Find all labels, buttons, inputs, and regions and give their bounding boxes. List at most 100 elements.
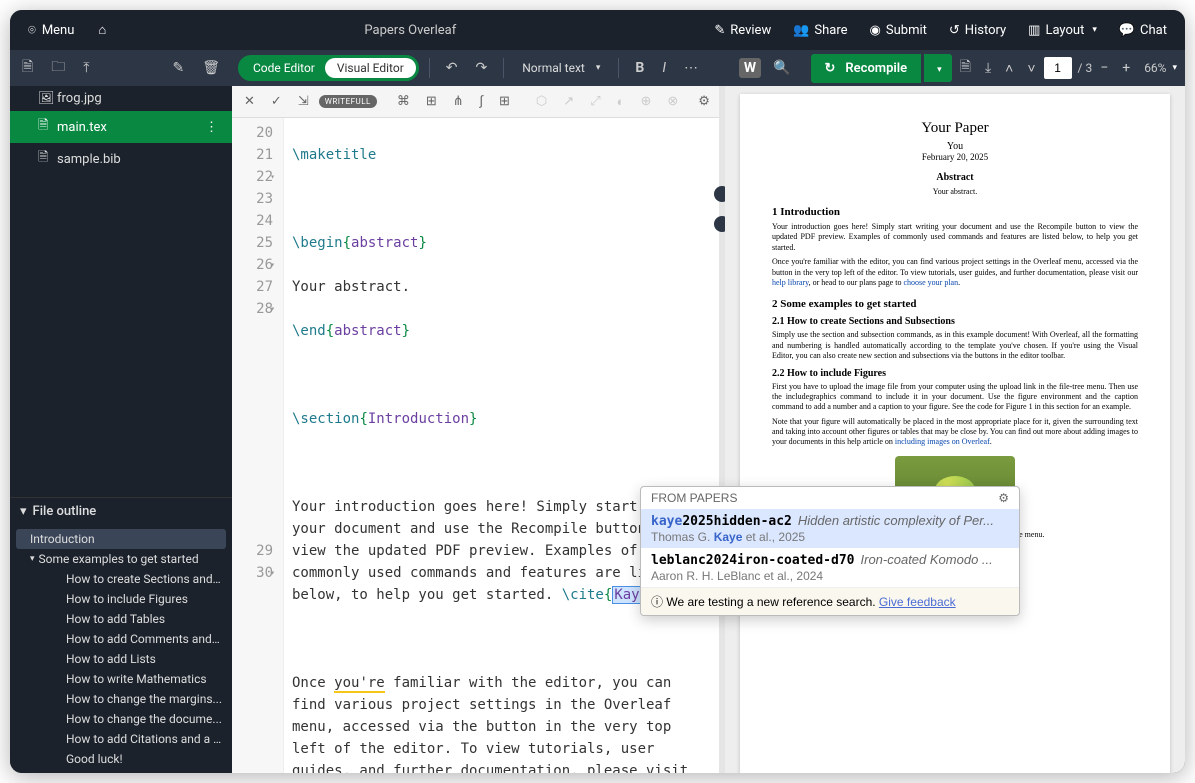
pdf-preview[interactable]: Your Paper You February 20, 2025 Abstrac…: [725, 86, 1185, 773]
file-menu-button[interactable]: ⋮: [201, 120, 222, 135]
info-icon: ⓘ: [651, 595, 663, 609]
outline-item[interactable]: How to change the docume...: [10, 709, 232, 729]
tool-icon[interactable]: ⊕: [634, 91, 657, 112]
layout-button[interactable]: ▥Layout▾: [1018, 17, 1107, 44]
outline-item[interactable]: How to add Citations and a ...: [10, 729, 232, 749]
outline-item[interactable]: Good luck!: [10, 749, 232, 769]
visual-editor-tab[interactable]: Visual Editor: [325, 58, 416, 78]
tool-icon[interactable]: ⬡: [530, 91, 553, 112]
autocomplete-item[interactable]: leblanc2024iron-coated-d70Iron-coated Ko…: [641, 548, 1019, 587]
file-tree-item[interactable]: 🗎main.tex⋮: [10, 111, 232, 143]
file-outline-toggle[interactable]: ▾ File outline: [10, 497, 232, 525]
autocomplete-footer: ⓘ We are testing a new reference search.…: [641, 587, 1019, 615]
chevron-down-icon: ▾: [30, 554, 35, 564]
download-button[interactable]: ⤓: [979, 56, 997, 80]
autocomplete-item[interactable]: kaye2025hidden-ac2Hidden artistic comple…: [641, 509, 1019, 548]
top-menubar: ⌾ Menu ⌂ Papers Overleaf ✎Review 👥Share …: [10, 10, 1185, 50]
editor-toolbar-row: 🗎 🗀 ⤒ ✎ 🗑 Code Editor Visual Editor ↶ ↷ …: [10, 50, 1185, 86]
file-tree: 🖼frog.jpg 🗎main.tex⋮ 🗎sample.bib: [10, 86, 232, 175]
zoom-level: 66%: [1144, 61, 1166, 75]
new-folder-button[interactable]: 🗀: [45, 52, 71, 84]
file-tree-item[interactable]: 🖼frog.jpg: [10, 86, 232, 111]
history-icon: ↺: [949, 23, 960, 38]
gear-icon[interactable]: ⚙: [998, 491, 1009, 505]
undo-button[interactable]: ↶: [440, 56, 464, 80]
code-toolbar: ✕ ✓ ⇲ WRITEFULL ⌘ ⊞ ⋔ ∫ ⊞ ⬡ ↗ ⤢ ◐ ⊕ ⊗ ⚙: [232, 86, 719, 118]
pdf-title: Your Paper: [772, 120, 1138, 137]
recompile-button[interactable]: ↻ Recompile: [811, 54, 922, 83]
pdf-date: February 20, 2025: [772, 152, 1138, 162]
delete-button[interactable]: 🗑: [196, 56, 226, 80]
upload-button[interactable]: ⤒: [77, 56, 95, 80]
insert-cite-icon[interactable]: ⊞: [420, 91, 443, 112]
chevron-down-icon: ▾: [20, 504, 27, 519]
chevron-down-icon[interactable]: ▾: [1172, 63, 1177, 73]
menu-button[interactable]: ⌾ Menu: [18, 17, 84, 44]
file-outline: Introduction ▾Some examples to get start…: [10, 525, 232, 773]
accept-button[interactable]: ✓: [265, 91, 288, 112]
outline-item[interactable]: How to create Sections and ...: [10, 569, 232, 589]
sidebar: 🖼frog.jpg 🗎main.tex⋮ 🗎sample.bib ▾ File …: [10, 86, 232, 773]
prev-page-button[interactable]: ˄: [999, 56, 1019, 81]
settings-icon[interactable]: ⚙: [692, 91, 716, 112]
more-format-button[interactable]: ⋯: [678, 56, 704, 80]
text-style-dropdown[interactable]: Normal text ▾: [514, 57, 608, 79]
outline-item[interactable]: How to change the margins...: [10, 689, 232, 709]
overleaf-icon: ⌾: [28, 23, 36, 38]
writefull-button[interactable]: W: [739, 58, 761, 78]
rename-button[interactable]: ✎: [166, 56, 190, 80]
zoom-out-button[interactable]: −: [1094, 56, 1114, 80]
pdf-page: Your Paper You February 20, 2025 Abstrac…: [740, 94, 1170, 773]
chat-button[interactable]: 💬Chat: [1109, 17, 1177, 44]
outline-item[interactable]: Introduction: [16, 529, 226, 549]
submit-button[interactable]: ◉Submit: [860, 17, 937, 44]
chevron-down-icon: ▾: [937, 65, 942, 75]
bold-button[interactable]: B: [629, 56, 650, 80]
editor-mode-toggle[interactable]: Code Editor Visual Editor: [238, 55, 419, 81]
tool-icon[interactable]: ◐: [611, 91, 631, 113]
outline-item[interactable]: How to add Comments and ...: [10, 629, 232, 649]
recompile-icon: ↻: [825, 61, 836, 76]
redo-button[interactable]: ↷: [470, 56, 494, 80]
insert-link-icon[interactable]: ⌘: [391, 91, 416, 112]
close-search-button[interactable]: ✕: [238, 91, 261, 112]
writefull-badge[interactable]: WRITEFULL: [319, 95, 377, 108]
page-number-input[interactable]: [1044, 57, 1072, 79]
insert-math-icon[interactable]: ∫: [474, 91, 489, 112]
outline-item[interactable]: How to include Figures: [10, 589, 232, 609]
outline-item[interactable]: How to add Tables: [10, 609, 232, 629]
logs-button[interactable]: 🗎: [954, 52, 977, 84]
outline-item[interactable]: How to add Lists: [10, 649, 232, 669]
tool-icon[interactable]: ⊗: [661, 91, 684, 112]
outline-item[interactable]: How to write Mathematics: [10, 669, 232, 689]
zoom-in-button[interactable]: +: [1116, 56, 1136, 80]
file-tree-item[interactable]: 🗎sample.bib: [10, 143, 232, 175]
recompile-options-button[interactable]: ▾: [924, 54, 952, 82]
project-title: Papers Overleaf: [120, 23, 700, 38]
home-icon: ⌂: [98, 23, 106, 38]
code-content[interactable]: \maketitle \begin{abstract} Your abstrac…: [284, 118, 719, 773]
tool-icon[interactable]: ⤢: [584, 91, 606, 112]
share-button[interactable]: 👥Share: [783, 17, 857, 44]
code-editor[interactable]: 202122232425262728293031323334 \maketitl…: [232, 118, 719, 773]
new-file-button[interactable]: 🗎: [16, 52, 39, 84]
tool-icon[interactable]: ↗: [557, 91, 580, 112]
expand-button[interactable]: ⇲: [292, 91, 315, 112]
insert-table-icon[interactable]: ⊞: [493, 91, 516, 112]
image-icon: 🖼: [38, 91, 50, 106]
insert-ref-icon[interactable]: ⋔: [447, 91, 470, 112]
line-gutter: 202122232425262728293031323334: [232, 118, 284, 773]
chat-icon: 💬: [1119, 23, 1135, 38]
code-editor-tab[interactable]: Code Editor: [251, 58, 325, 78]
share-icon: 👥: [793, 23, 809, 38]
italic-button[interactable]: I: [656, 56, 672, 80]
editor-pane: ✕ ✓ ⇲ WRITEFULL ⌘ ⊞ ⋔ ∫ ⊞ ⬡ ↗ ⤢ ◐ ⊕ ⊗ ⚙: [232, 86, 719, 773]
history-button[interactable]: ↺History: [939, 17, 1016, 44]
home-button[interactable]: ⌂: [88, 16, 116, 44]
next-page-button[interactable]: ˅: [1021, 56, 1041, 81]
search-button[interactable]: 🔍: [767, 56, 796, 80]
page-total: / 3: [1078, 61, 1093, 75]
give-feedback-link[interactable]: Give feedback: [879, 595, 956, 609]
review-button[interactable]: ✎Review: [704, 17, 781, 44]
outline-item[interactable]: ▾Some examples to get started: [10, 549, 232, 569]
